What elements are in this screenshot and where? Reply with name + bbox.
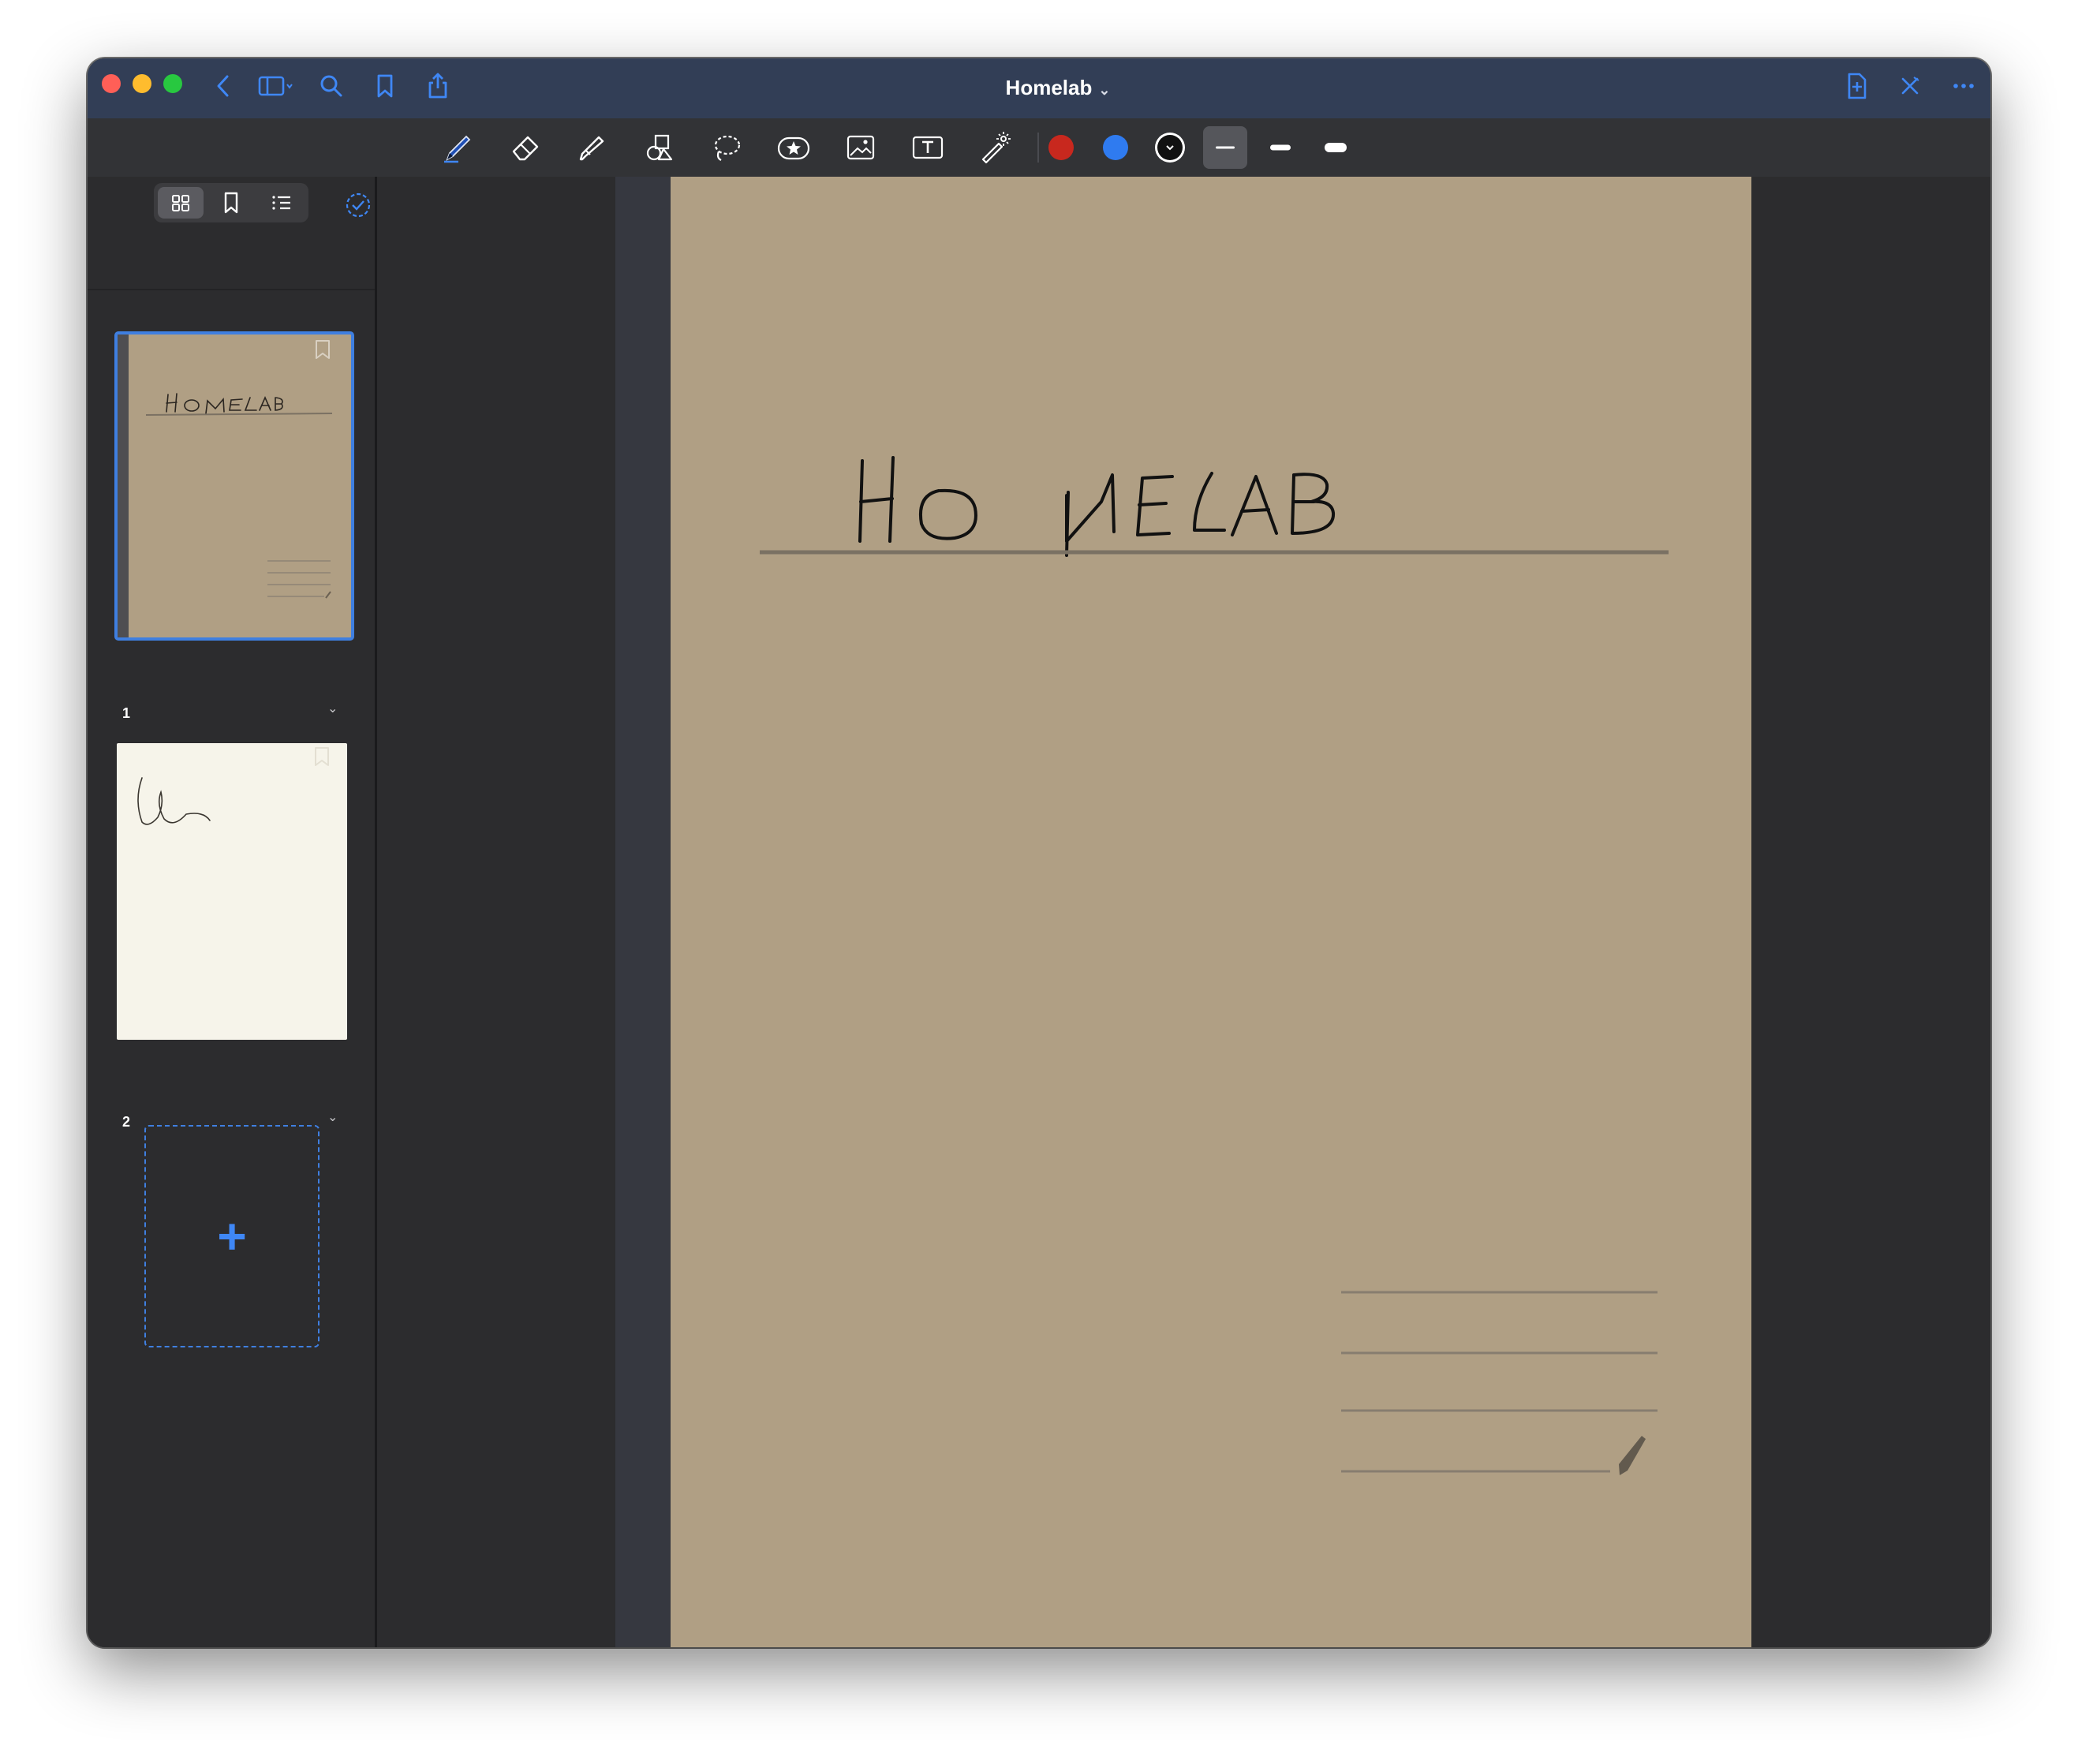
search-icon[interactable] [316, 70, 347, 102]
sidebar-view-segmented-control [154, 183, 308, 222]
page-number-2: 2 [122, 1114, 131, 1130]
title-chevron-down-icon: ⌄ [1098, 82, 1111, 98]
stroke-thick-button[interactable] [1314, 126, 1358, 169]
add-page-button[interactable]: + [144, 1125, 320, 1347]
page-2-chevron-down-icon[interactable]: ⌄ [327, 1109, 338, 1125]
page-handwriting [760, 456, 1669, 1475]
bookmark-icon[interactable] [369, 70, 401, 102]
close-tools-icon[interactable] [1894, 70, 1926, 102]
sidebar-divider [88, 289, 375, 290]
back-icon[interactable] [208, 70, 240, 102]
laser-pointer-tool-icon[interactable] [975, 128, 1015, 167]
outline-view-icon[interactable] [259, 187, 305, 219]
pen-nib-icon [1619, 1436, 1646, 1475]
page-1-preview [118, 334, 333, 637]
sidebar-toggle-icon[interactable] [256, 70, 297, 102]
page-thumbnail-1[interactable] [114, 331, 354, 641]
stroke-medium-button[interactable] [1258, 126, 1302, 169]
page-1-chevron-down-icon[interactable]: ⌄ [327, 701, 338, 716]
stroke-thin-button[interactable] [1203, 126, 1247, 169]
share-icon[interactable] [422, 70, 454, 102]
highlighter-tool-icon[interactable] [573, 128, 612, 167]
color-black-swatch[interactable] [1157, 135, 1183, 160]
document-title-text: Homelab [1005, 76, 1093, 99]
close-window-button[interactable] [102, 74, 121, 93]
canvas-area[interactable] [377, 177, 1990, 1647]
page-1-bookmark-icon [316, 340, 330, 359]
page-2-preview [137, 747, 329, 825]
pen-tool-icon[interactable] [438, 128, 477, 167]
page-thumbnail-2[interactable] [117, 743, 347, 1040]
select-pages-icon[interactable] [344, 191, 372, 219]
lasso-tool-icon[interactable] [707, 128, 746, 167]
document-title[interactable]: Homelab ⌄ [955, 74, 1160, 103]
sticker-tool-icon[interactable] [774, 128, 813, 167]
minimize-window-button[interactable] [133, 74, 151, 93]
eraser-tool-icon[interactable] [506, 128, 545, 167]
color-picker-chevron-icon [1166, 145, 1174, 151]
page-2-bookmark-icon [315, 747, 329, 766]
shapes-tool-icon[interactable] [640, 128, 679, 167]
zoom-window-button[interactable] [163, 74, 182, 93]
image-tool-icon[interactable] [841, 128, 880, 167]
page-edge-strip [615, 177, 671, 1647]
text-box-tool-icon[interactable] [908, 128, 947, 167]
info-lines [1341, 1291, 1658, 1473]
bookmarks-view-icon[interactable] [208, 187, 254, 219]
more-icon[interactable] [1948, 70, 1979, 102]
thumbnails-view-icon[interactable] [158, 187, 204, 219]
toolbar-divider [1037, 133, 1039, 163]
color-blue-swatch[interactable] [1103, 135, 1128, 160]
add-page-icon[interactable] [1841, 70, 1872, 102]
handwritten-title [858, 456, 1336, 557]
title-bar: Homelab ⌄ [88, 58, 1990, 118]
page-number-1: 1 [122, 705, 131, 721]
notebook-page[interactable] [671, 177, 1751, 1647]
page-sidebar: 1 ⌄ 2 ⌄ + [88, 177, 377, 1647]
app-window: Homelab ⌄ 1 ⌄ 2 ⌄ + [88, 58, 1990, 1647]
plus-icon: + [217, 1208, 247, 1265]
color-red-swatch[interactable] [1048, 135, 1074, 160]
drawing-toolbar [88, 118, 1990, 178]
